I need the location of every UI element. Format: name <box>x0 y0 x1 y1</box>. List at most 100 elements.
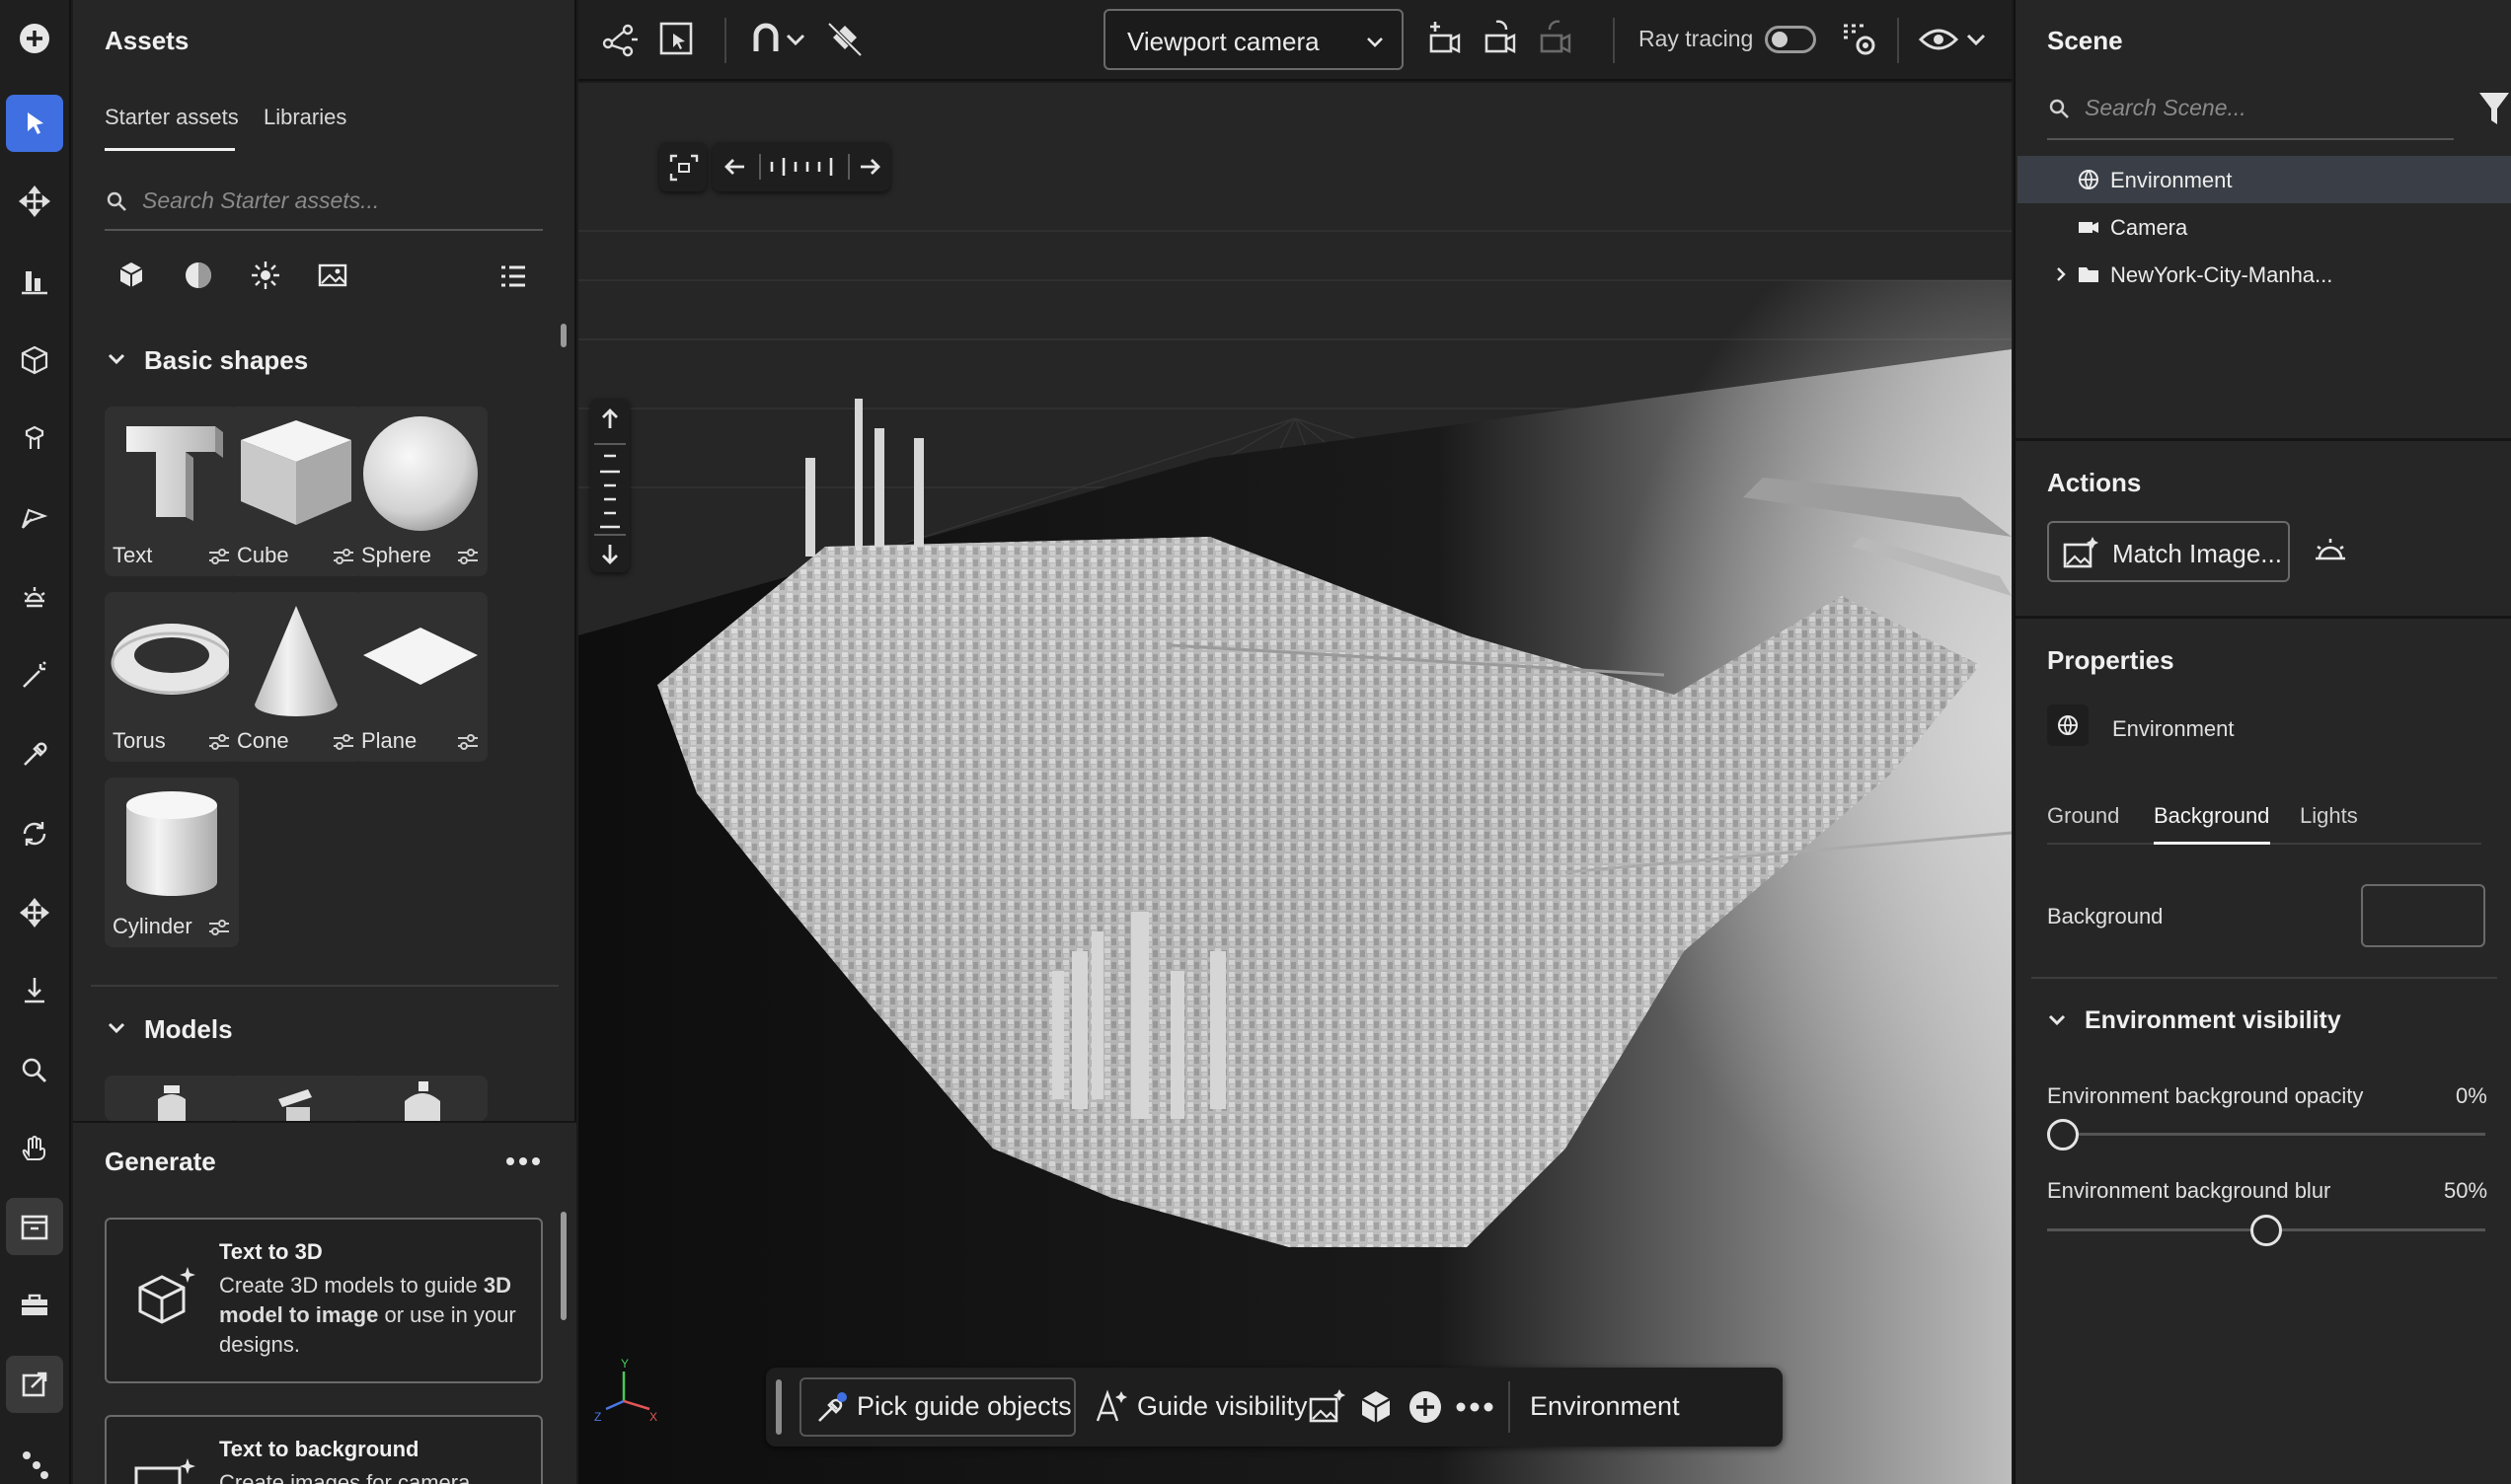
list-view-icon[interactable] <box>497 260 529 292</box>
tab-libraries[interactable]: Libraries <box>264 105 346 130</box>
zoom-tool-icon[interactable] <box>6 1042 63 1099</box>
pen-tool-icon[interactable] <box>6 489 63 547</box>
shape-card-sphere[interactable]: Sphere <box>353 407 488 576</box>
shape-card-cone[interactable]: Cone <box>229 592 363 762</box>
camera-history-icon[interactable] <box>1534 18 1577 61</box>
environment-button[interactable]: Environment <box>1530 1391 1680 1422</box>
assets-panel-icon[interactable] <box>6 1198 63 1255</box>
image-select-icon[interactable] <box>655 18 699 61</box>
align-tool-icon[interactable] <box>6 253 63 310</box>
options-icon[interactable] <box>332 547 355 566</box>
filter-images-icon[interactable] <box>316 259 349 292</box>
add-camera-icon[interactable] <box>1423 18 1467 61</box>
arrow-left-icon[interactable] <box>723 154 748 180</box>
shape-card-plane[interactable]: Plane <box>353 592 488 762</box>
tree-item-city-model[interactable]: NewYork-City-Manha... <box>2017 251 2511 298</box>
model-card[interactable] <box>105 1076 239 1121</box>
camera-reset-icon[interactable] <box>1479 18 1522 61</box>
pan-tool-icon[interactable] <box>6 884 63 941</box>
opacity-slider-knob[interactable] <box>2047 1119 2079 1150</box>
text-to-background-card[interactable]: Text to background Create images for cam… <box>105 1415 543 1484</box>
tab-starter-assets[interactable]: Starter assets <box>105 105 239 130</box>
more-options-icon[interactable] <box>1455 1401 1494 1413</box>
move-tool-icon[interactable] <box>6 173 63 230</box>
assets-search-input[interactable]: Search Starter assets... <box>142 187 379 214</box>
tree-item-camera[interactable]: Camera <box>2017 203 2511 251</box>
camera-step-slider[interactable] <box>758 150 851 184</box>
elevation-slider[interactable] <box>594 442 626 537</box>
select-tool-icon[interactable] <box>6 95 63 152</box>
viewport[interactable]: Y X Z Pick guide objects Guide visibilit… <box>578 83 2012 1484</box>
tab-ground[interactable]: Ground <box>2047 803 2119 829</box>
visibility-eye-icon[interactable] <box>1917 18 1960 61</box>
tree-item-environment[interactable]: Environment <box>2017 156 2511 203</box>
model-card[interactable] <box>229 1076 363 1121</box>
assets-scrollbar[interactable] <box>561 324 567 347</box>
generate-scrollbar[interactable] <box>561 1212 567 1320</box>
tab-background[interactable]: Background <box>2154 803 2269 829</box>
model-card[interactable] <box>353 1076 488 1121</box>
camera-select[interactable]: Viewport camera <box>1103 9 1404 70</box>
add-3d-object-icon[interactable] <box>1356 1387 1396 1427</box>
scene-graph-icon[interactable] <box>598 18 642 61</box>
shape-card-cylinder[interactable]: Cylinder <box>105 778 239 947</box>
shape-card-torus[interactable]: Torus <box>105 592 239 762</box>
image-sparkle-icon[interactable] <box>1307 1387 1346 1427</box>
arrow-down-icon[interactable] <box>597 541 623 566</box>
hand-tool-icon[interactable] <box>6 1121 63 1178</box>
options-icon[interactable] <box>207 918 231 937</box>
add-icon[interactable] <box>1406 1387 1445 1427</box>
blur-slider-knob[interactable] <box>2250 1215 2282 1246</box>
filter-icon[interactable] <box>2477 91 2511 126</box>
options-icon[interactable] <box>456 547 480 566</box>
export-icon[interactable] <box>6 1356 63 1413</box>
shape-card-text[interactable]: Text <box>105 407 239 576</box>
orbit-tool-icon[interactable] <box>6 805 63 862</box>
lighting-sparkle-icon[interactable] <box>2310 533 2351 570</box>
ray-tracing-toggle[interactable] <box>1765 26 1816 53</box>
arrow-up-icon[interactable] <box>597 407 623 432</box>
lighting-tool-icon[interactable] <box>6 568 63 626</box>
tab-lights[interactable]: Lights <box>2300 803 2358 829</box>
drag-handle[interactable] <box>776 1379 782 1435</box>
scene-search-input[interactable]: Search Scene... <box>2085 95 2246 121</box>
pick-guide-objects-button[interactable]: Pick guide objects <box>799 1377 1076 1437</box>
eyedropper-tool-icon[interactable] <box>6 726 63 783</box>
toolbox-icon[interactable] <box>6 1277 63 1334</box>
city-model-render[interactable] <box>578 83 2012 1484</box>
more-options-icon[interactable] <box>505 1156 541 1166</box>
options-icon[interactable] <box>207 547 231 566</box>
arrow-right-icon[interactable] <box>857 154 882 180</box>
snap-settings-icon[interactable] <box>823 18 867 61</box>
options-icon[interactable] <box>207 732 231 752</box>
background-color-swatch[interactable] <box>2361 884 2485 947</box>
options-icon[interactable] <box>332 732 355 752</box>
primitive-tool-icon[interactable] <box>6 332 63 389</box>
add-icon[interactable] <box>6 10 63 67</box>
options-icon[interactable] <box>456 732 480 752</box>
opacity-slider-track[interactable] <box>2047 1133 2485 1136</box>
shape-card-cube[interactable]: Cube <box>229 407 363 576</box>
filter-3d-models-icon[interactable] <box>114 259 148 292</box>
frame-camera-button[interactable] <box>659 142 707 191</box>
chevron-down-icon[interactable] <box>782 18 809 61</box>
filter-materials-icon[interactable] <box>182 259 215 292</box>
chevron-down-icon[interactable] <box>2045 1008 2069 1032</box>
match-image-button[interactable]: Match Image... <box>2047 521 2290 582</box>
chevron-down-icon[interactable] <box>1962 18 1990 61</box>
share-nodes-icon[interactable] <box>6 1435 63 1484</box>
basic-shapes-header[interactable]: Basic shapes <box>144 345 308 376</box>
magic-wand-icon[interactable] <box>6 647 63 705</box>
filter-lights-icon[interactable] <box>249 259 282 292</box>
dolly-tool-icon[interactable] <box>6 963 63 1020</box>
guide-visibility-label[interactable]: Guide visibility <box>1137 1391 1308 1422</box>
text-to-3d-card[interactable]: Text to 3D Create 3D models to guide 3D … <box>105 1218 543 1383</box>
chevron-down-icon[interactable] <box>105 347 128 371</box>
chevron-down-icon[interactable] <box>105 1016 128 1040</box>
chevron-right-icon[interactable] <box>2051 264 2071 284</box>
environment-visibility-header[interactable]: Environment visibility <box>2085 1006 2341 1035</box>
guide-visibility-icon[interactable] <box>1090 1387 1129 1427</box>
models-header[interactable]: Models <box>144 1014 233 1045</box>
extrude-tool-icon[interactable] <box>6 410 63 468</box>
render-settings-icon[interactable] <box>1838 18 1881 61</box>
